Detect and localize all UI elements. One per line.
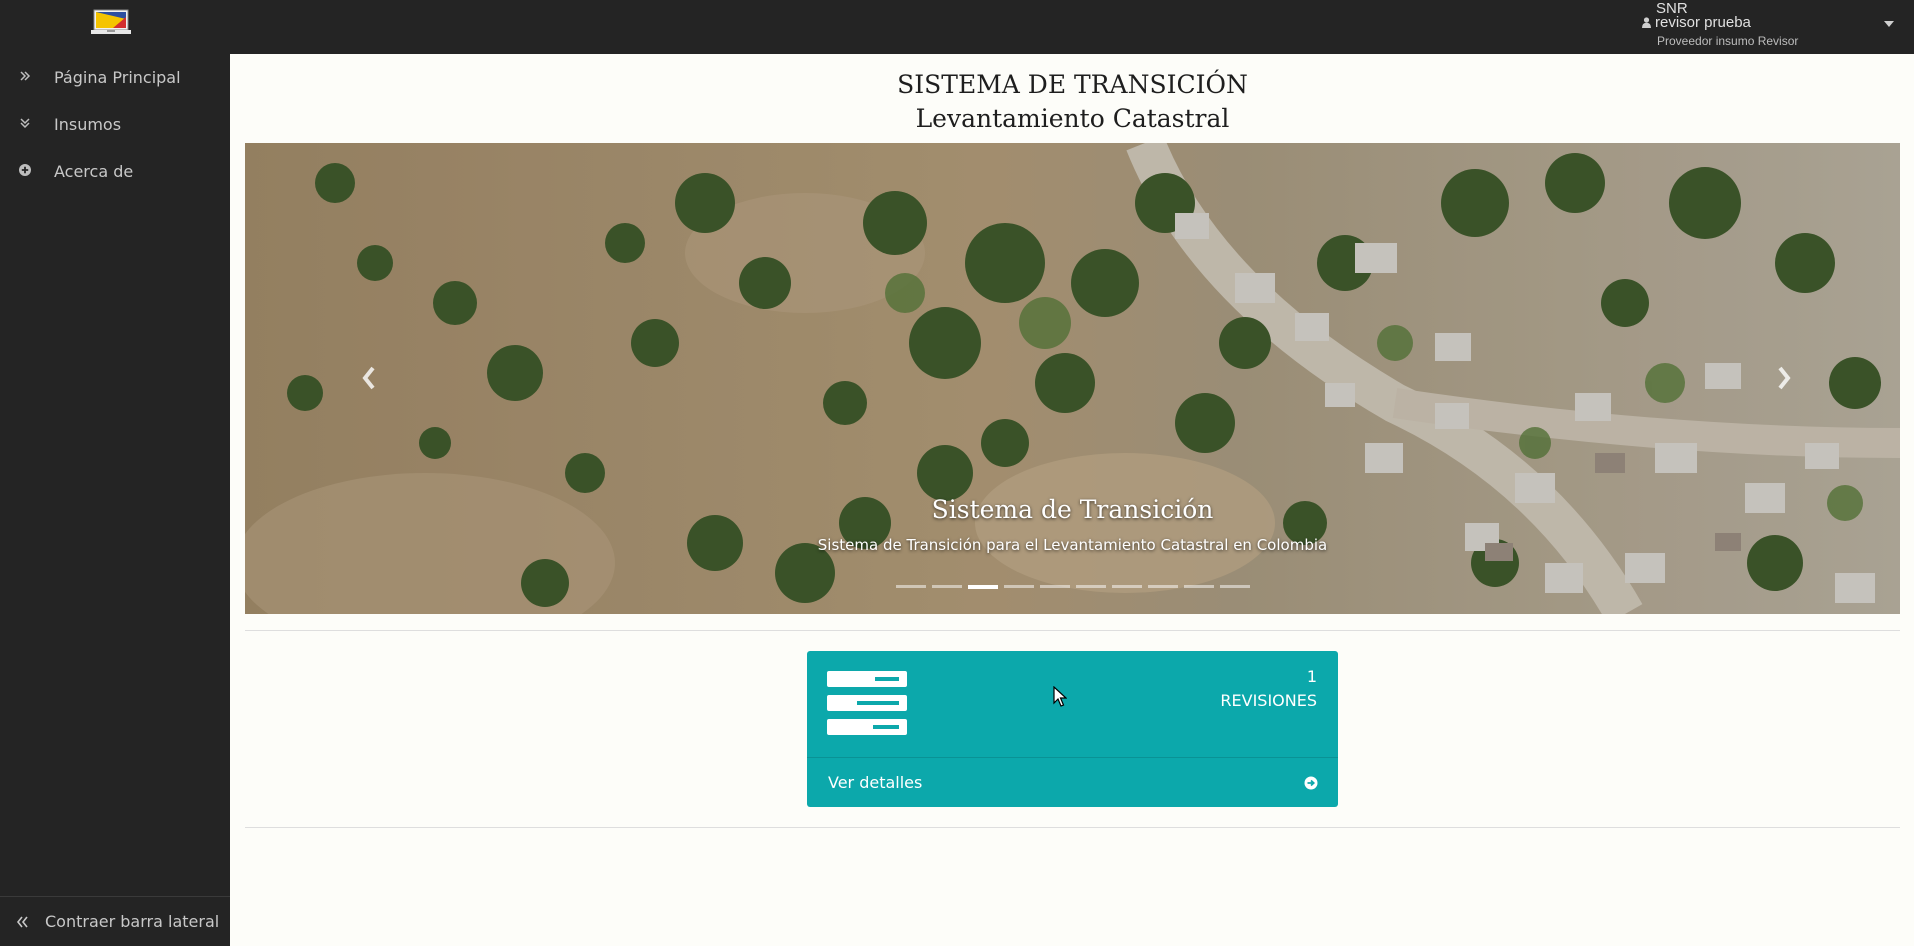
user-role: Proveedor insumo Revisor	[1657, 34, 1799, 48]
mouse-cursor-icon	[1053, 686, 1067, 707]
panel-heading: 1 REVISIONES	[807, 651, 1338, 757]
collapse-sidebar-label: Contraer barra lateral	[45, 912, 220, 931]
image-carousel[interactable]: Sistema de Transición Sistema de Transic…	[245, 143, 1900, 614]
ver-detalles-label: Ver detalles	[828, 773, 923, 792]
double-chevron-right-icon	[20, 71, 31, 81]
page-subtitle: Levantamiento Catastral	[915, 104, 1230, 133]
page-title: SISTEMA DE TRANSICIÓN	[897, 70, 1248, 99]
divider	[245, 827, 1900, 828]
sidebar: Página Principal Insumos Acerca de Contr…	[0, 54, 230, 946]
ver-detalles-link[interactable]: Ver detalles	[807, 757, 1338, 807]
carousel-next-icon[interactable]	[1772, 363, 1796, 393]
sidebar-item-label: Insumos	[54, 115, 122, 134]
sidebar-item-pagina-principal[interactable]: Página Principal	[0, 57, 230, 97]
carousel-indicator[interactable]	[1148, 585, 1178, 588]
revisiones-panel: 1 REVISIONES Ver detalles	[807, 651, 1338, 807]
user-menu-dropdown[interactable]: SNR revisor prueba Proveedor insumo Revi…	[1640, 0, 1914, 54]
carousel-indicator-active[interactable]	[968, 585, 998, 589]
app-logo[interactable]	[91, 9, 131, 37]
caret-down-icon[interactable]	[1884, 21, 1894, 27]
carousel-caption-title: Sistema de Transición	[931, 495, 1214, 524]
user-icon	[1642, 17, 1651, 28]
user-name-label: revisor prueba	[1655, 14, 1751, 31]
sidebar-item-acerca-de[interactable]: Acerca de	[0, 151, 230, 191]
divider	[245, 630, 1900, 631]
double-chevron-left-icon	[16, 916, 28, 928]
sidebar-item-label: Página Principal	[54, 68, 181, 87]
carousel-indicator[interactable]	[1220, 585, 1250, 588]
carousel-indicators	[896, 585, 1250, 589]
carousel-indicator[interactable]	[1004, 585, 1034, 588]
carousel-prev-icon[interactable]	[357, 363, 381, 393]
carousel-indicator[interactable]	[896, 585, 926, 588]
carousel-caption-text: Sistema de Transición para el Levantamie…	[817, 536, 1328, 554]
arrow-circle-right-icon	[1304, 776, 1318, 790]
revisiones-label: REVISIONES	[1220, 691, 1317, 710]
carousel-indicator[interactable]	[1184, 585, 1214, 588]
user-name: revisor prueba	[1642, 14, 1751, 31]
collapse-sidebar-button[interactable]: Contraer barra lateral	[0, 896, 230, 946]
sidebar-item-label: Acerca de	[54, 162, 134, 181]
carousel-indicator[interactable]	[1040, 585, 1070, 588]
revisiones-count: 1	[1306, 667, 1317, 686]
server-stack-icon	[827, 671, 907, 735]
carousel-indicator[interactable]	[1112, 585, 1142, 588]
carousel-indicator[interactable]	[1076, 585, 1106, 588]
carousel-indicator[interactable]	[932, 585, 962, 588]
double-chevron-down-icon	[20, 118, 30, 129]
top-navbar: SNR revisor prueba Proveedor insumo Revi…	[0, 0, 1914, 54]
sidebar-item-insumos[interactable]: Insumos	[0, 104, 230, 144]
plus-circle-icon	[19, 164, 31, 176]
